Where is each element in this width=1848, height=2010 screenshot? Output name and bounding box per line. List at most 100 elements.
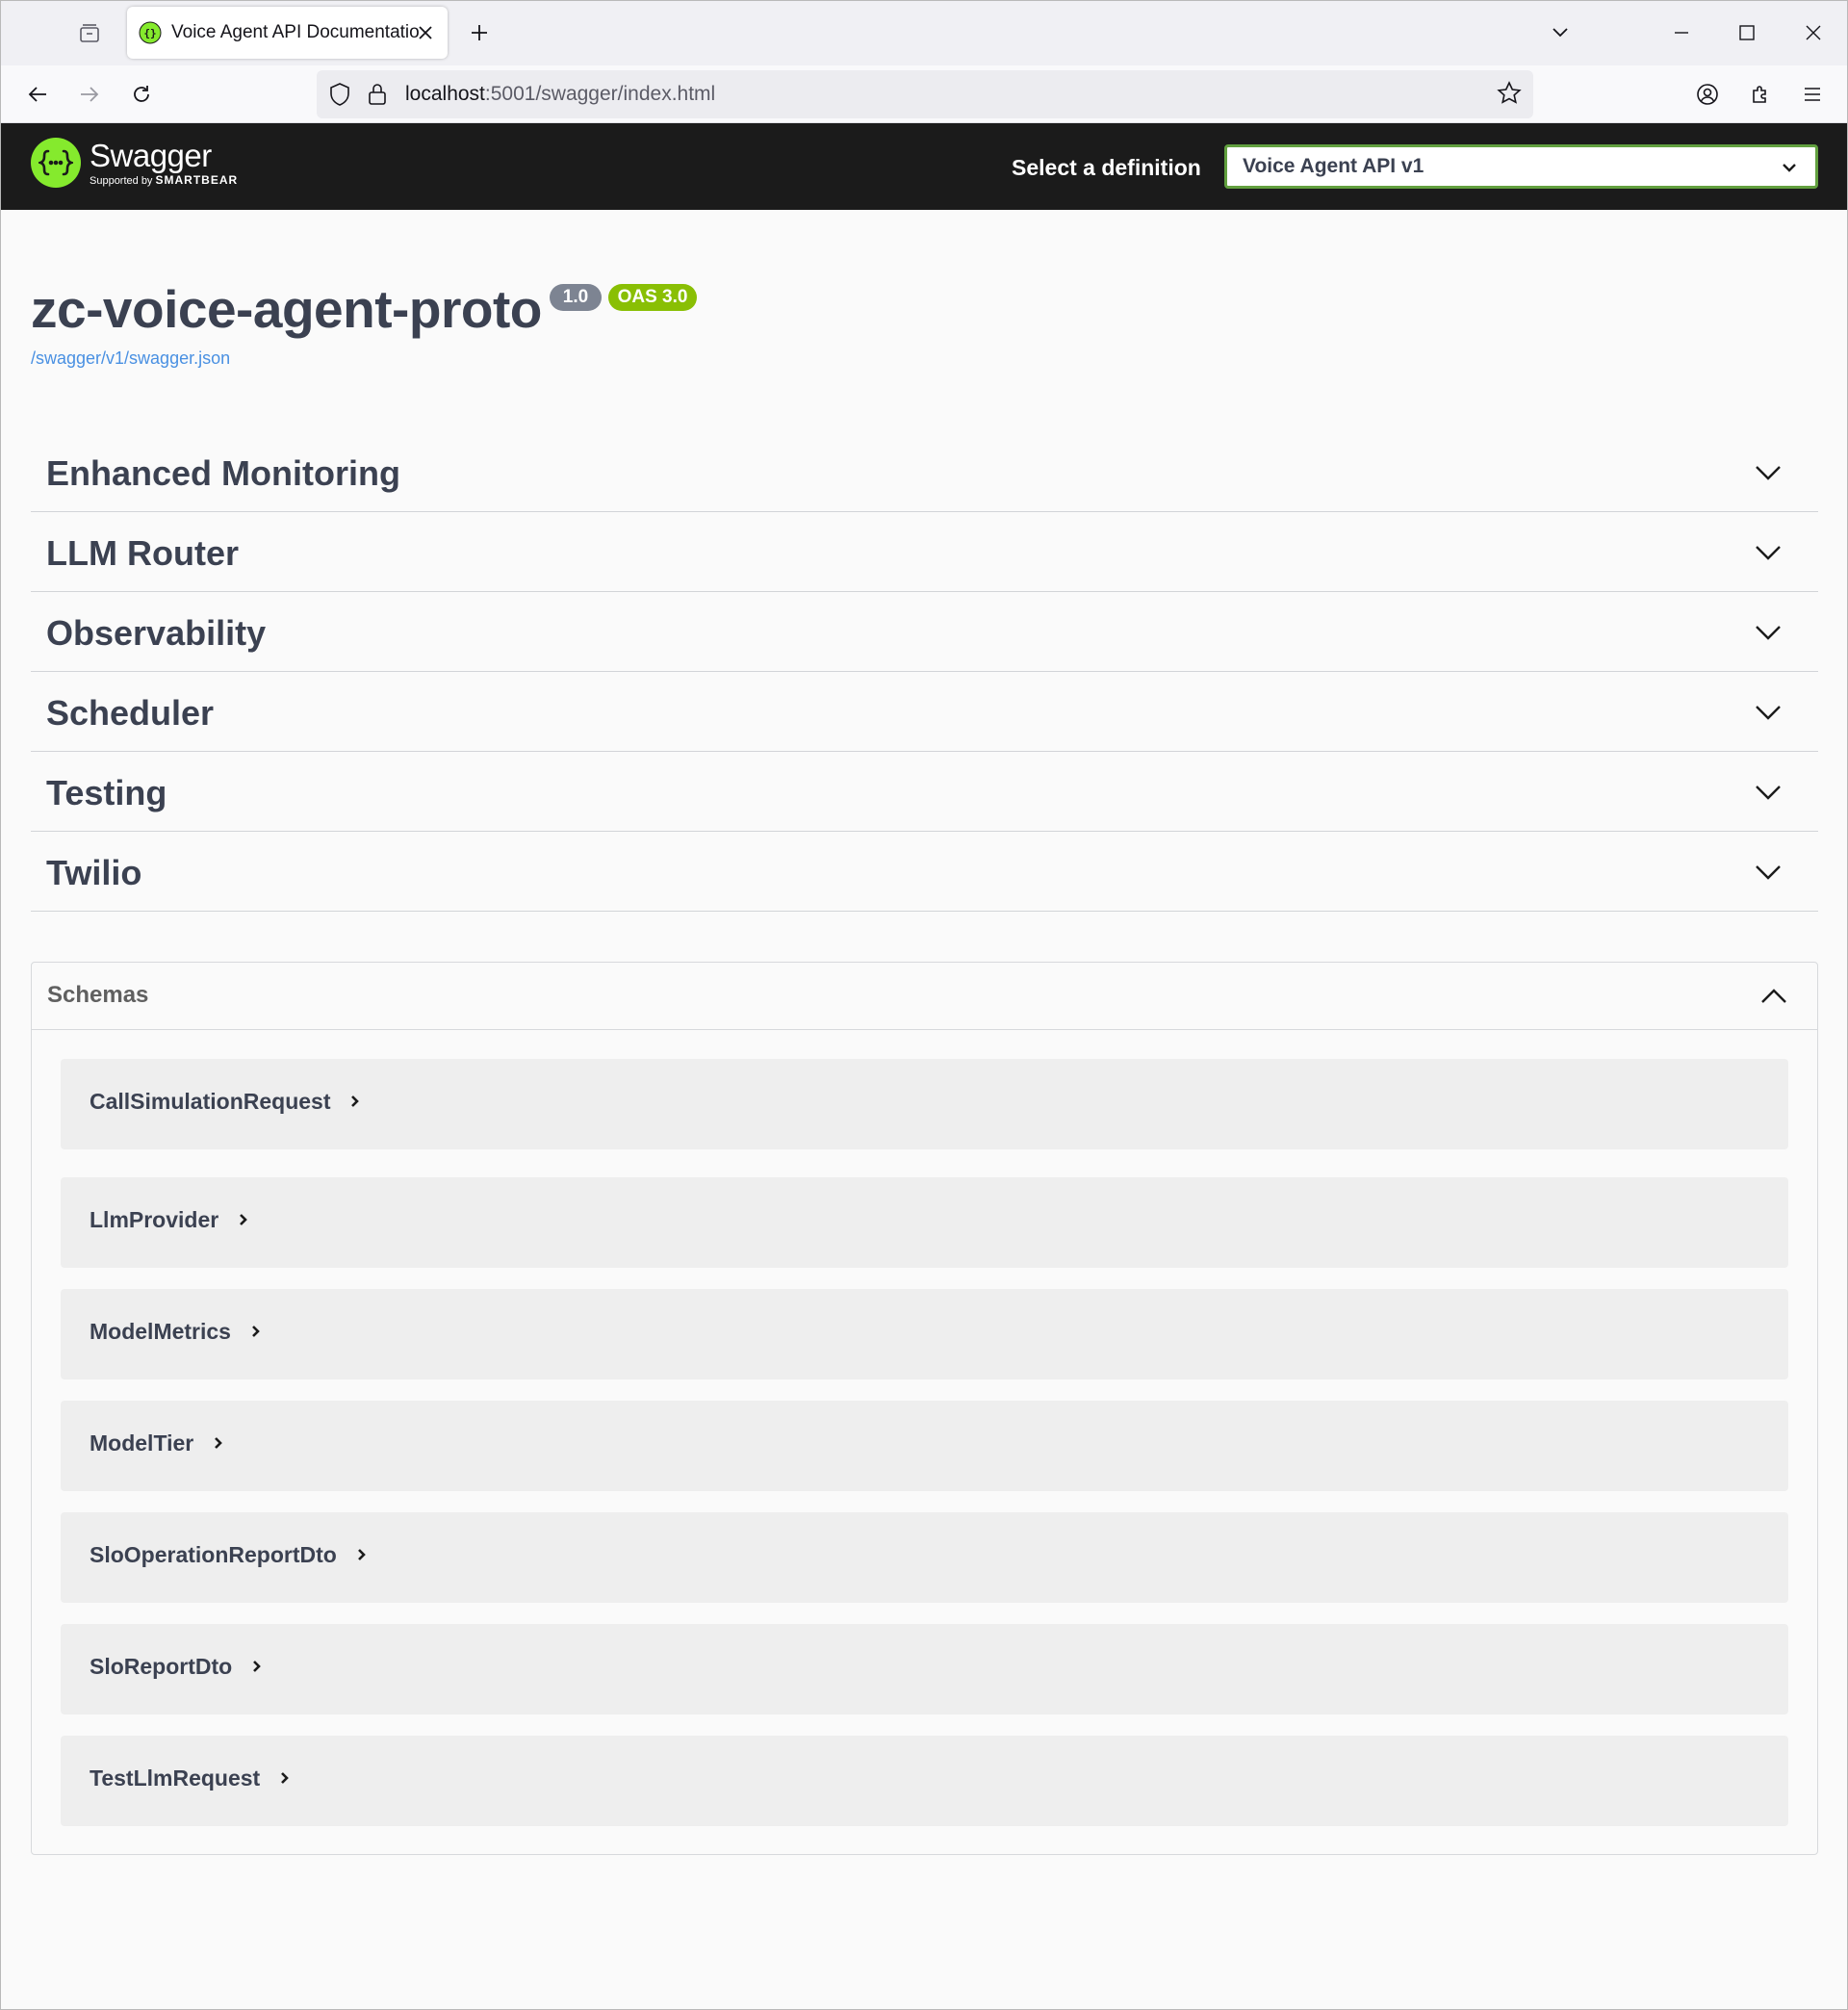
model-name: SloReportDto [90,1654,263,1680]
chevron-down-icon[interactable] [1753,777,1784,808]
minimize-icon [1675,32,1688,34]
chevron-right-icon [281,1772,290,1784]
maximize-icon [1739,25,1755,40]
chevron-down-icon[interactable] [1753,617,1784,648]
chevron-right-icon [240,1214,248,1225]
definition-label: Select a definition [1012,155,1201,180]
chevron-right-icon [351,1095,360,1107]
tag-section-twilio[interactable]: Twilio [31,832,1818,912]
shield-icon [330,83,349,106]
chevron-up-icon[interactable] [1759,982,1788,1011]
logo-text: Swagger Supported by SMARTBEAR [90,140,238,187]
oas-badge: OAS 3.0 [608,284,697,311]
tag-name: Testing [46,773,167,812]
tag-section-testing[interactable]: Testing [31,752,1818,832]
definition-select[interactable]: Voice Agent API v1 [1224,144,1818,189]
arrow-right-icon [81,87,99,102]
forward-button[interactable] [70,75,109,114]
definition-select-value: Voice Agent API v1 [1243,155,1424,177]
logo-subtitle: Supported by SMARTBEAR [90,174,238,187]
model-box-modeltier[interactable]: ModelTier [61,1401,1788,1491]
tag-section-llm-router[interactable]: LLM Router [31,512,1818,592]
close-icon [419,26,432,39]
svg-text:{}: {} [143,27,156,39]
schemas-section: Schemas CallSimulationRequest LlmProvide… [31,962,1818,1855]
model-box-slooperationreportdto[interactable]: SloOperationReportDto [61,1512,1788,1603]
swagger-favicon-icon: {} [139,21,162,44]
swagger-logo[interactable]: Swagger Supported by SMARTBEAR [31,138,238,188]
arrow-left-icon [28,87,46,102]
model-box-llmprovider[interactable]: LlmProvider [61,1177,1788,1268]
tag-name: Observability [46,613,267,653]
model-box-callsimulationrequest[interactable]: CallSimulationRequest [61,1059,1788,1149]
hamburger-menu-icon [1805,88,1820,101]
tab-strip: {} Voice Agent API Documentation [1,1,1847,65]
model-name: SloOperationReportDto [90,1542,368,1568]
browser-window: {} Voice Agent API Documentation localho… [0,0,1848,2010]
model-name-text: SloOperationReportDto [90,1542,337,1567]
bookmark-star-icon[interactable] [1497,81,1522,106]
account-button[interactable] [1688,75,1727,114]
logo-sub-brand: SMARTBEAR [155,172,239,187]
model-name-text: LlmProvider [90,1207,219,1232]
chevron-right-icon [357,1549,366,1560]
logo-sub-prefix: Supported by [90,174,156,187]
reload-button[interactable] [122,75,161,114]
puzzle-icon [1753,86,1766,103]
extensions-button[interactable] [1741,75,1780,114]
model-name: TestLlmRequest [90,1765,291,1791]
chevron-down-icon[interactable] [1753,457,1784,488]
chevron-down-icon[interactable] [1753,537,1784,568]
close-window-button[interactable] [1792,13,1835,53]
back-button[interactable] [18,75,57,114]
chevron-right-icon [215,1437,223,1449]
chevron-right-icon [252,1326,260,1337]
model-name: LlmProvider [90,1207,249,1233]
account-icon [1697,84,1718,105]
model-name-text: SloReportDto [90,1654,233,1679]
tag-section-scheduler[interactable]: Scheduler [31,672,1818,752]
reload-icon [134,86,149,102]
model-box-testllmrequest[interactable]: TestLlmRequest [61,1736,1788,1826]
tab-list-icon [80,24,99,42]
model-name-text: TestLlmRequest [90,1765,261,1791]
page-title: zc-voice-agent-proto [31,279,542,339]
tag-name: Scheduler [46,693,215,733]
model-box-sloreportdto[interactable]: SloReportDto [61,1624,1788,1714]
model-name-text: ModelTier [90,1430,194,1456]
tab-title: Voice Agent API Documentation [171,22,420,42]
schemas-title: Schemas [47,982,149,1008]
url-path: :5001/swagger/index.html [484,83,716,105]
plus-icon [472,25,487,40]
spec-json-link[interactable]: /swagger/v1/swagger.json [31,348,230,369]
list-all-tabs-button[interactable] [1543,14,1578,49]
schemas-header[interactable]: Schemas [32,963,1817,1030]
new-tab-button[interactable] [461,14,498,51]
tag-name: LLM Router [46,533,239,573]
chevron-right-icon [253,1661,262,1672]
chevron-down-icon[interactable] [1753,857,1784,888]
chevron-down-icon[interactable] [1753,697,1784,728]
version-badge: 1.0 [550,284,602,311]
tag-section-observability[interactable]: Observability [31,592,1818,672]
model-name-text: ModelMetrics [90,1319,231,1344]
tab-list-button[interactable] [70,16,109,51]
active-tab[interactable]: {} Voice Agent API Documentation [127,7,448,59]
tab-close-button[interactable] [413,20,438,45]
swagger-topbar: Swagger Supported by SMARTBEAR Select a … [1,123,1847,210]
minimize-button[interactable] [1660,13,1703,53]
menu-button[interactable] [1793,75,1832,114]
logo-word: Swagger [90,137,212,173]
chevron-down-icon [1783,164,1796,172]
url-host: localhost [405,83,485,105]
model-box-modelmetrics[interactable]: ModelMetrics [61,1289,1788,1379]
tag-name: Twilio [46,853,142,892]
swagger-logo-icon [31,138,81,188]
model-name: ModelMetrics [90,1319,262,1345]
tag-section-enhanced-monitoring[interactable]: Enhanced Monitoring [31,432,1818,512]
model-name: CallSimulationRequest [90,1089,361,1115]
maximize-button[interactable] [1726,13,1768,53]
url-text: localhost:5001/swagger/index.html [405,83,715,106]
address-bar[interactable]: localhost:5001/swagger/index.html [317,70,1533,118]
model-name: ModelTier [90,1430,224,1456]
